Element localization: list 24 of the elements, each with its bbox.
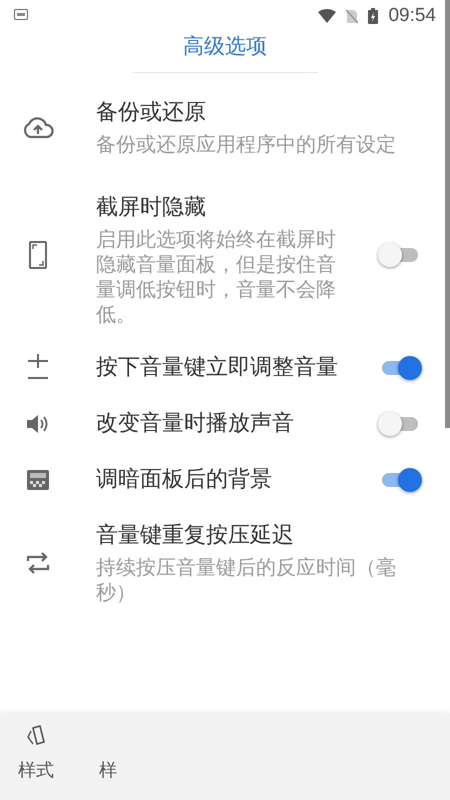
status-time: 09:54: [388, 5, 436, 27]
setting-title: 音量键重复按压延迟: [96, 522, 295, 550]
repeat-icon: [26, 551, 50, 575]
setting-title: 截屏时隐藏: [96, 194, 207, 222]
setting-title: 调暗面板后的背景: [96, 466, 273, 494]
setting-title: 按下音量键立即调整音量: [96, 354, 339, 382]
nav-tab[interactable]: 样式: [18, 758, 54, 782]
setting-title: 改变音量时播放声音: [96, 410, 295, 438]
dimmed-panel-icon: [26, 469, 50, 491]
phone-icon: [29, 241, 47, 269]
speaker-icon: [26, 413, 50, 435]
page-title: 高级选项: [183, 33, 267, 60]
wifi-icon: [318, 9, 336, 23]
cloud-upload-icon: [21, 116, 55, 140]
battery-icon: [368, 8, 378, 24]
cards-icon: [25, 724, 47, 746]
setting-description: 持续按压音量键后的反应时间（毫秒）: [96, 555, 397, 605]
setting-description: 启用此选项将始终在截屏时隐藏音量面板，但是按住音量调低按钮时，音量不会降低。: [96, 227, 337, 327]
plus-minus-icon: [27, 354, 49, 382]
notification-icon: [14, 8, 28, 20]
no-sim-icon: [346, 8, 358, 24]
nav-tab[interactable]: 样: [99, 758, 117, 782]
setting-description: 备份或还原应用程序中的所有设定: [96, 132, 397, 157]
setting-title: 备份或还原: [96, 99, 207, 127]
